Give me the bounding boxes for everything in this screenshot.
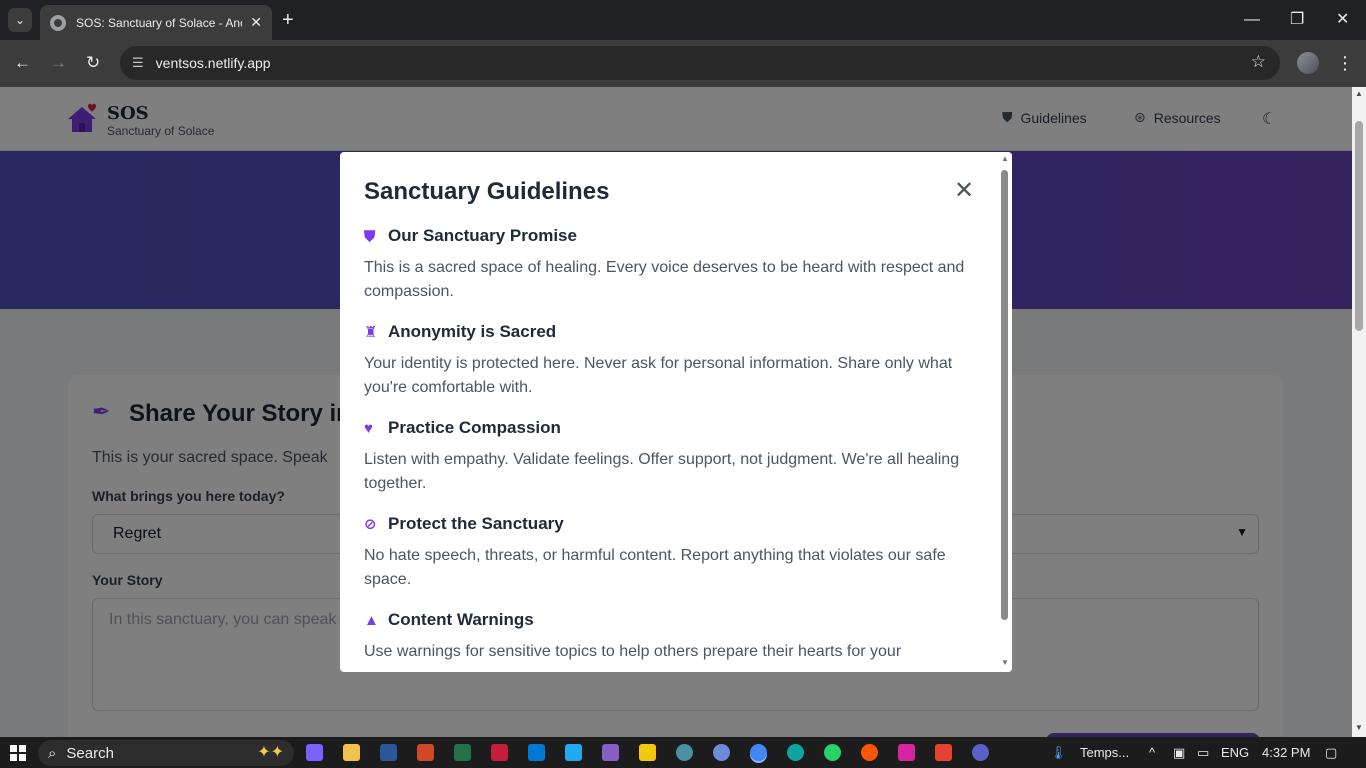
taskbar-search[interactable]: ⌕ Search ✦✦ (38, 740, 294, 766)
taskbar-search-label: Search (66, 744, 114, 762)
guideline-text: Your identity is protected here. Never a… (364, 355, 953, 396)
window-close-icon[interactable]: ✕ (1336, 8, 1349, 32)
language-indicator[interactable]: ENG (1221, 744, 1249, 762)
address-bar[interactable]: ☰ ventsos.netlify.app ☆ (120, 46, 1280, 80)
battery-icon[interactable]: ▭ (1197, 744, 1209, 762)
guideline-item: ♥ Practice Compassion Listen with empath… (364, 416, 984, 496)
forward-icon[interactable]: → (50, 51, 67, 75)
browser-toolbar: ← → ↻ ☰ ventsos.netlify.app ☆ ⋮ (0, 40, 1366, 87)
guideline-title: Protect the Sanctuary (388, 514, 564, 533)
thermometer-icon: 🌡 (1050, 745, 1067, 760)
soundcloud-icon[interactable] (861, 744, 878, 761)
scroll-down-icon[interactable]: ▼ (1001, 658, 1009, 667)
app-icon[interactable] (676, 744, 693, 761)
minimize-icon[interactable]: — (1244, 8, 1260, 32)
excel-icon[interactable] (454, 744, 471, 761)
ban-icon: ⊘ (364, 516, 377, 533)
tab-close-icon[interactable]: ✕ (250, 14, 262, 31)
guideline-title: Anonymity is Sacred (388, 322, 557, 341)
notifications-icon[interactable]: ▢ (1325, 744, 1337, 762)
page-viewport: SOS Sanctuary of Solace ⛊ Guidelines ⊛ R… (0, 87, 1352, 737)
whatsapp-icon[interactable] (824, 744, 841, 761)
browser-tab-active[interactable]: SOS: Sanctuary of Solace - Anonymous Ven… (40, 5, 272, 40)
windows-start-icon[interactable] (10, 745, 26, 761)
edge-icon[interactable] (787, 744, 804, 761)
restore-icon[interactable]: ❐ (1290, 8, 1304, 32)
guideline-item: ▲ Content Warnings Use warnings for sens… (364, 608, 984, 664)
visual-studio-icon[interactable] (602, 744, 619, 761)
url-text: ventsos.netlify.app (155, 55, 271, 71)
tab-search-button[interactable]: ⌄ (8, 8, 32, 32)
powerbi-icon[interactable] (639, 744, 656, 761)
chevron-up-icon[interactable]: ^ (1149, 744, 1155, 762)
browser-menu-icon[interactable]: ⋮ (1336, 51, 1354, 75)
warning-icon: ▲ (364, 611, 379, 629)
guideline-item: ♜ Anonymity is Sacred Your identity is p… (364, 320, 984, 400)
reload-icon[interactable]: ↻ (86, 51, 100, 75)
guideline-text: No hate speech, threats, or harmful cont… (364, 547, 946, 588)
heart-icon: ♥ (364, 419, 373, 437)
guideline-title: Content Warnings (388, 610, 534, 629)
scroll-down-icon[interactable]: ▼ (1355, 723, 1363, 732)
chevron-down-icon: ⌄ (14, 13, 26, 27)
guidelines-modal: Sanctuary Guidelines ✕ ⛊ Our Sanctuary P… (340, 152, 1012, 672)
guideline-text: Use warnings for sensitive topics to hel… (364, 643, 902, 660)
browser-tabstrip: ⌄ SOS: Sanctuary of Solace - Anonymous V… (0, 0, 1366, 40)
site-info-icon[interactable]: ☰ (132, 55, 144, 71)
globe-icon (50, 14, 66, 31)
outlook-icon[interactable] (528, 744, 545, 761)
clock-time[interactable]: 4:32 PM (1262, 744, 1310, 762)
shield-icon: ⛊ (364, 227, 376, 245)
vscode-icon[interactable] (565, 744, 582, 761)
r-icon[interactable] (713, 744, 730, 761)
access-icon[interactable] (491, 744, 508, 761)
close-icon[interactable]: ✕ (954, 178, 974, 204)
page-scrollbar[interactable]: ▲ ▼ (1352, 87, 1366, 737)
scroll-up-icon[interactable]: ▲ (1001, 154, 1009, 163)
weather-label[interactable]: Temps... (1080, 744, 1129, 762)
tab-title: SOS: Sanctuary of Solace - Anonymous Ven… (76, 15, 242, 30)
word-icon[interactable] (380, 744, 397, 761)
file-explorer-icon[interactable] (343, 744, 360, 761)
profile-avatar[interactable] (1297, 52, 1319, 74)
modal-scroll-thumb[interactable] (1001, 170, 1008, 620)
scroll-up-icon[interactable]: ▲ (1355, 89, 1363, 98)
new-tab-button[interactable]: + (282, 8, 294, 32)
user-secret-icon: ♜ (364, 324, 378, 341)
copilot-icon[interactable] (306, 744, 323, 761)
instagram-icon[interactable] (898, 744, 915, 761)
powerpoint-icon[interactable] (417, 744, 434, 761)
modal-scrollbar[interactable]: ▲ ▼ (998, 152, 1012, 672)
guideline-title: Our Sanctuary Promise (388, 226, 577, 245)
todo-icon[interactable] (935, 744, 952, 761)
modal-title: Sanctuary Guidelines (364, 178, 610, 205)
sparkle-icon: ✦✦ (257, 744, 284, 761)
guideline-title: Practice Compassion (388, 418, 561, 437)
chrome-icon[interactable] (750, 744, 767, 761)
guideline-text: This is a sacred space of healing. Every… (364, 259, 965, 300)
page-scroll-thumb[interactable] (1355, 121, 1363, 331)
bookmark-star-icon[interactable]: ☆ (1251, 52, 1266, 72)
guideline-text: Listen with empathy. Validate feelings. … (364, 451, 960, 492)
guideline-item: ⊘ Protect the Sanctuary No hate speech, … (364, 512, 984, 592)
taskbar: ⌕ Search ✦✦ 🌡 Temps... ^ ▣ ▭ ENG 4:32 PM… (0, 737, 1366, 768)
app-icon[interactable] (972, 744, 989, 761)
back-icon[interactable]: ← (14, 51, 31, 75)
search-icon: ⌕ (48, 744, 57, 762)
camera-icon[interactable]: ▣ (1173, 744, 1185, 762)
guideline-item: ⛊ Our Sanctuary Promise This is a sacred… (364, 224, 984, 304)
